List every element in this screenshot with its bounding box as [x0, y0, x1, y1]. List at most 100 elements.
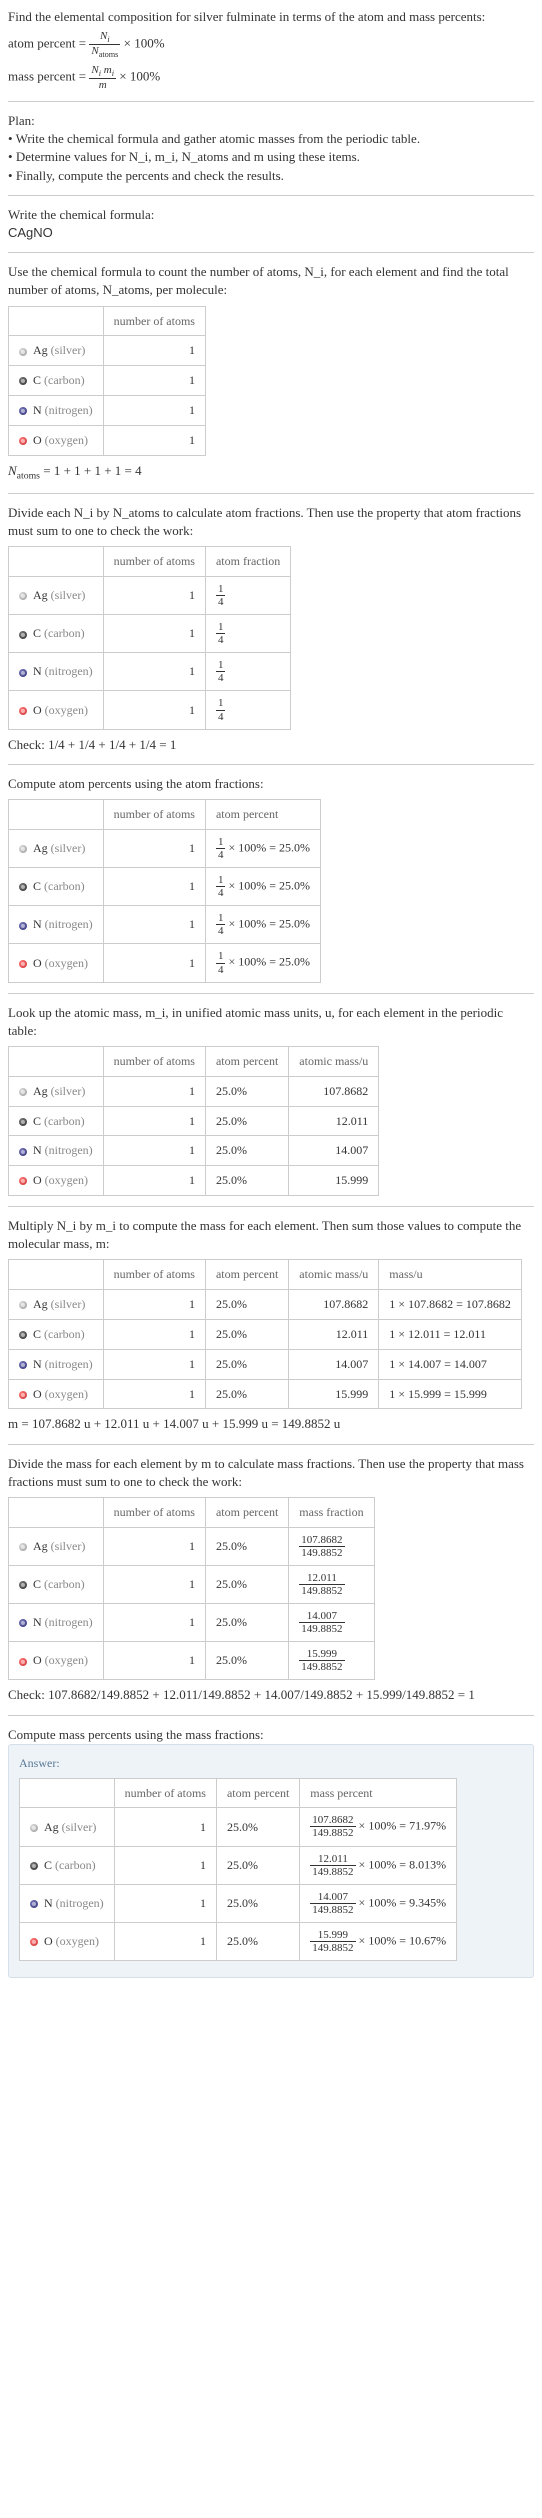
element-bullet-icon: [19, 407, 27, 415]
atom-fraction-value: 14: [205, 576, 290, 614]
count-value: 1: [103, 395, 205, 425]
table-row: N (nitrogen)125.0%14.007: [9, 1136, 379, 1166]
element-bullet-icon: [19, 845, 27, 853]
element-cell: C (carbon): [9, 868, 104, 906]
element-cell: Ag (silver): [9, 1076, 104, 1106]
element-bullet-icon: [19, 707, 27, 715]
element-bullet-icon: [19, 922, 27, 930]
element-bullet-icon: [19, 592, 27, 600]
answer-label: Answer:: [19, 1755, 523, 1772]
element-bullet-icon: [30, 1938, 38, 1946]
natoms-line: Natoms = 1 + 1 + 1 + 1 = 4: [8, 462, 534, 483]
element-cell: Ag (silver): [9, 1527, 104, 1565]
mass-percent-formula: mass percent = Ni mim × 100%: [8, 64, 534, 91]
atom-fraction-value: 14: [205, 653, 290, 691]
atom-fraction-value: 14: [205, 615, 290, 653]
element-cell: Ag (silver): [9, 829, 104, 867]
intro-section: Find the elemental composition for silve…: [8, 8, 534, 91]
element-cell: O (oxygen): [9, 944, 104, 982]
atomic-mass-value: 15.999: [289, 1166, 379, 1196]
element-bullet-icon: [19, 631, 27, 639]
mass-calc-value: 1 × 12.011 = 12.011: [379, 1319, 522, 1349]
count-value: 1: [103, 425, 205, 455]
table-row: Ag (silver)125.0%107.8682: [9, 1076, 379, 1106]
atom-frac-section: Divide each N_i by N_atoms to calculate …: [8, 504, 534, 754]
plan-list: Write the chemical formula and gather at…: [8, 130, 534, 185]
massfrac-intro: Divide the mass for each element by m to…: [8, 1455, 534, 1491]
element-cell: C (carbon): [9, 1106, 104, 1136]
element-cell: C (carbon): [9, 366, 104, 396]
table-row: N (nitrogen)1: [9, 395, 206, 425]
chem-formula: CAgNO: [8, 224, 534, 242]
element-cell: O (oxygen): [9, 425, 104, 455]
element-bullet-icon: [19, 348, 27, 356]
mass-percent-value: 12.011149.8852 × 100% = 8.013%: [300, 1846, 457, 1884]
table-row: N (nitrogen)114: [9, 653, 291, 691]
atom-pct-section: Compute atom percents using the atom fra…: [8, 775, 534, 983]
table-row: O (oxygen)1: [9, 425, 206, 455]
element-cell: N (nitrogen): [9, 395, 104, 425]
atom-pct-intro: Compute atom percents using the atom fra…: [8, 775, 534, 793]
element-cell: N (nitrogen): [9, 1136, 104, 1166]
plan-heading: Plan:: [8, 112, 534, 130]
element-bullet-icon: [19, 1543, 27, 1551]
table-row: C (carbon)114 × 100% = 25.0%: [9, 868, 321, 906]
amass-table: number of atomsatom percentatomic mass/u…: [8, 1046, 379, 1196]
table-row: N (nitrogen)114 × 100% = 25.0%: [9, 906, 321, 944]
atom-percent-value: 14 × 100% = 25.0%: [205, 944, 320, 982]
element-bullet-icon: [19, 437, 27, 445]
element-cell: C (carbon): [9, 1319, 104, 1349]
element-bullet-icon: [19, 1619, 27, 1627]
divider: [8, 1444, 534, 1445]
amass-section: Look up the atomic mass, m_i, in unified…: [8, 1004, 534, 1196]
element-bullet-icon: [19, 1581, 27, 1589]
atom-percent-value: 14 × 100% = 25.0%: [205, 906, 320, 944]
mass-calc-value: 1 × 15.999 = 15.999: [379, 1379, 522, 1409]
element-cell: N (nitrogen): [9, 906, 104, 944]
table-row: Ag (silver)114: [9, 576, 291, 614]
count-value: 1: [103, 366, 205, 396]
molmass-table: number of atomsatom percentatomic mass/u…: [8, 1259, 522, 1409]
mass-calc-value: 1 × 14.007 = 14.007: [379, 1349, 522, 1379]
divider: [8, 764, 534, 765]
atomic-mass-value: 107.8682: [289, 1076, 379, 1106]
atom-frac-intro: Divide each N_i by N_atoms to calculate …: [8, 504, 534, 540]
atom-percent-value: 14 × 100% = 25.0%: [205, 868, 320, 906]
element-bullet-icon: [19, 1391, 27, 1399]
element-bullet-icon: [19, 1301, 27, 1309]
divider: [8, 493, 534, 494]
chem-formula-intro: Write the chemical formula:: [8, 206, 534, 224]
table-row: Ag (silver)125.0%107.8682149.8852: [9, 1527, 375, 1565]
table-row: Ag (silver)114 × 100% = 25.0%: [9, 829, 321, 867]
divider: [8, 195, 534, 196]
molmass-section: Multiply N_i by m_i to compute the mass …: [8, 1217, 534, 1434]
element-cell: N (nitrogen): [20, 1884, 115, 1922]
element-bullet-icon: [19, 883, 27, 891]
table-row: O (oxygen)125.0%15.999149.8852: [9, 1642, 375, 1680]
divider: [8, 101, 534, 102]
count-section: Use the chemical formula to count the nu…: [8, 263, 534, 483]
table-row: C (carbon)125.0%12.011: [9, 1106, 379, 1136]
table-row: Ag (silver)125.0%107.86821 × 107.8682 = …: [9, 1290, 522, 1320]
mass-calc-value: 1 × 107.8682 = 107.8682: [379, 1290, 522, 1320]
mass-percent-value: 107.8682149.8852 × 100% = 71.97%: [300, 1808, 457, 1846]
element-bullet-icon: [30, 1862, 38, 1870]
element-bullet-icon: [30, 1900, 38, 1908]
atom-percent-value: 14 × 100% = 25.0%: [205, 829, 320, 867]
answer-box: Answer: number of atomsatom percentmass …: [8, 1744, 534, 1978]
chem-formula-section: Write the chemical formula: CAgNO: [8, 206, 534, 242]
col-number-of-atoms: number of atoms: [103, 306, 205, 336]
table-row: Ag (silver)125.0%107.8682149.8852 × 100%…: [20, 1808, 457, 1846]
element-cell: Ag (silver): [9, 1290, 104, 1320]
element-cell: Ag (silver): [9, 576, 104, 614]
mass-fraction-value: 12.011149.8852: [289, 1565, 374, 1603]
atomic-mass-value: 14.007: [289, 1136, 379, 1166]
amass-intro: Look up the atomic mass, m_i, in unified…: [8, 1004, 534, 1040]
plan-section: Plan: Write the chemical formula and gat…: [8, 112, 534, 185]
atomic-mass-value: 12.011: [289, 1106, 379, 1136]
element-cell: Ag (silver): [9, 336, 104, 366]
table-row: O (oxygen)114 × 100% = 25.0%: [9, 944, 321, 982]
table-row: O (oxygen)125.0%15.999: [9, 1166, 379, 1196]
table-row: N (nitrogen)125.0%14.007149.8852 × 100% …: [20, 1884, 457, 1922]
element-bullet-icon: [19, 1088, 27, 1096]
